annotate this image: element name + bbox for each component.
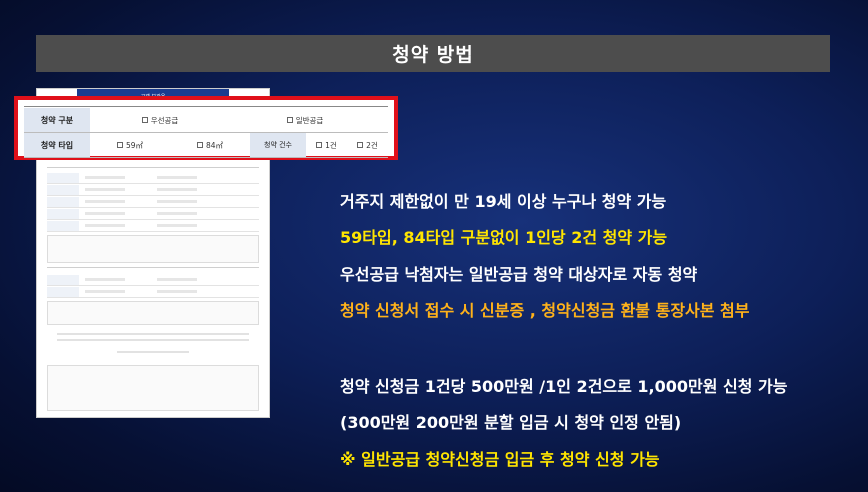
form-text-line [117,351,189,353]
priority-option-cell: 우선공급 [90,108,230,132]
info-line-deposit-first: ※ 일반공급 청약신청금 입금 후 청약 신청 가능 [340,450,660,469]
info-line-required-docs: 청약 신청서 접수 시 신분증 , 청약신청금 환불 통장사본 첨부 [340,301,750,320]
info-line-auto-general: 우선공급 낙첨자는 일반공급 청약 대상자로 자동 청약 [340,265,698,284]
checkbox-icon[interactable] [116,142,123,148]
checkbox-icon[interactable] [286,117,293,123]
checkbox-icon[interactable] [141,117,148,123]
info-line-deposit-amount: 청약 신청금 1건당 500만원 /1인 2건으로 1,000만원 신청 가능 [340,377,788,396]
form-text-line [57,333,249,335]
unit-type-cell: 59㎡ 84㎡ [90,133,250,157]
table-row: 청약 구분 우선공급 일반공급 [24,108,388,133]
checkbox-icon[interactable] [196,142,203,148]
form-row [47,173,259,184]
form-row [47,185,259,196]
section-title: 청약 방법 [392,44,474,66]
form-divider [47,267,259,268]
info-line-per-person-limit: 59타입, 84타입 구분없이 1인당 2건 청약 가능 [340,228,668,247]
table-row: 청약 타입 59㎡ 84㎡ 청약 건수 1건 2건 [24,133,388,158]
form-row [47,287,259,298]
form-row [47,275,259,286]
selection-table: 청약 구분 우선공급 일반공급 청약 타입 59㎡ 84㎡ 청약 건수 1건 2… [24,106,388,158]
form-notice-block [47,365,259,411]
subscription-type-label: 청약 구분 [24,108,90,132]
form-row [47,197,259,208]
general-supply-option[interactable]: 일반공급 [286,115,323,126]
info-line-eligibility: 거주지 제한없이 만 19세 이상 누구나 청약 가능 [340,192,667,211]
subscription-unit-type-label: 청약 타입 [24,133,90,157]
form-row [47,221,259,232]
count-cell: 1건 2건 [306,133,388,157]
info-line-split-deposit: (300만원 200만원 분할 입금 시 청약 인정 안됨) [340,413,682,432]
priority-supply-option[interactable]: 우선공급 [141,115,178,126]
form-row [47,209,259,220]
form-text-line [57,339,249,341]
general-option-cell: 일반공급 [230,108,380,132]
form-block [47,235,259,263]
count-1-option[interactable]: 1건 [316,140,337,151]
form-block [47,301,259,325]
highlighted-selection-table: 청약 구분 우선공급 일반공급 청약 타입 59㎡ 84㎡ 청약 건수 1건 2… [14,96,398,160]
checkbox-icon[interactable] [357,142,364,148]
form-divider [47,167,259,168]
checkbox-icon[interactable] [316,142,323,148]
count-2-option[interactable]: 2건 [357,140,378,151]
type-84-option[interactable]: 84㎡ [196,140,223,151]
subscription-count-label: 청약 건수 [250,133,306,157]
type-59-option[interactable]: 59㎡ [116,140,143,151]
section-title-bar: 청약 방법 [36,35,830,72]
